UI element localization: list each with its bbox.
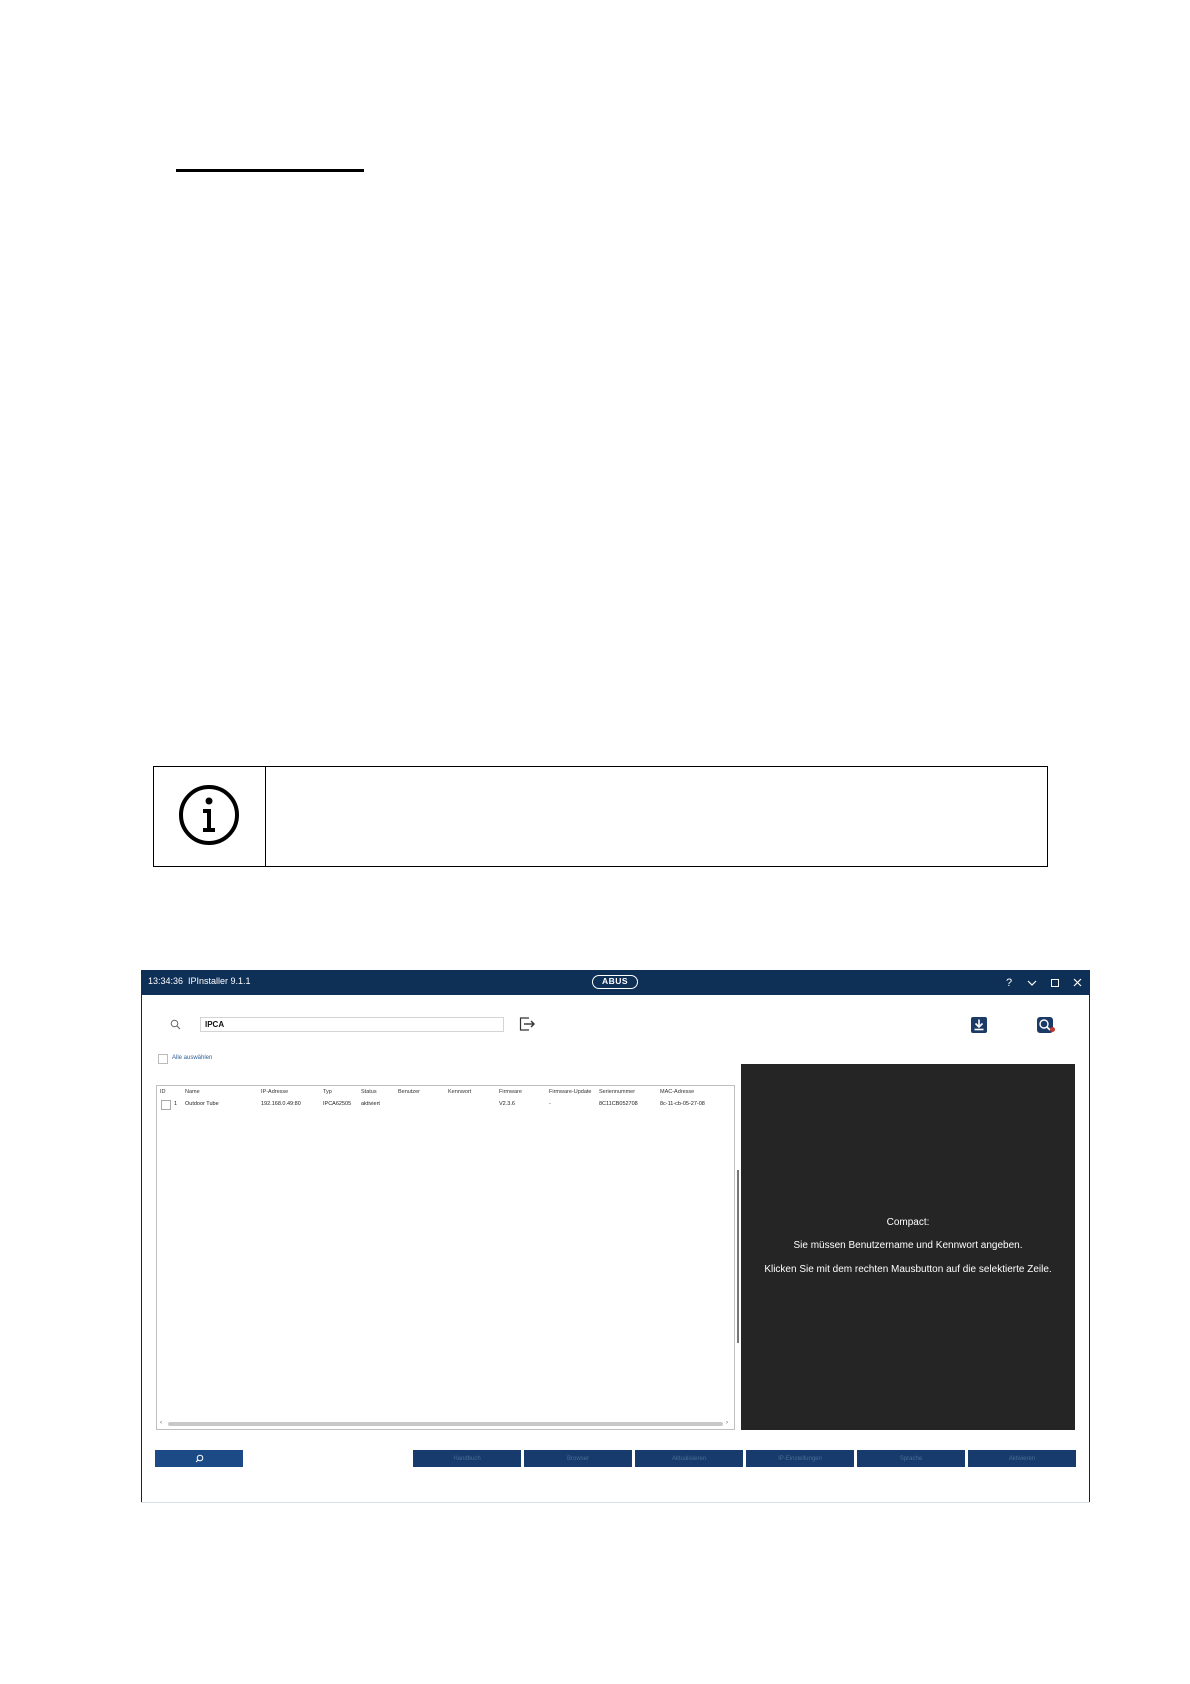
info-note-text-cell (266, 767, 1047, 866)
column-header-status[interactable]: Status (361, 1089, 377, 1095)
title-bar: 13:34:36 IPInstaller 9.1.1 ABUS ? (141, 970, 1090, 995)
ip-settings-button[interactable]: IP-Einstellungen (746, 1450, 854, 1467)
scroll-left-icon[interactable]: ‹ (160, 1420, 162, 1426)
window-border-left (141, 995, 142, 1503)
info-circle-icon (179, 785, 239, 845)
window-border-bottom (141, 1502, 1090, 1503)
app-title: IPInstaller 9.1.1 (188, 976, 251, 986)
row-id: 1 (174, 1101, 178, 1107)
row-checkbox[interactable] (161, 1100, 171, 1110)
select-all-label: Alle auswählen (172, 1055, 213, 1061)
row-mac: 8c-11-cb-05-27-08 (660, 1101, 705, 1107)
row-status: aktiviert (361, 1101, 380, 1107)
refresh-button[interactable]: Aktualisieren (635, 1450, 743, 1467)
scrollbar-thumb[interactable] (168, 1422, 723, 1426)
column-header-ip[interactable]: IP-Adresse (261, 1089, 288, 1095)
close-button[interactable] (1067, 973, 1087, 992)
export-icon[interactable] (519, 1017, 536, 1031)
column-header-password[interactable]: Kennwort (448, 1089, 471, 1095)
scan-search-button[interactable] (155, 1450, 243, 1467)
info-panel-line-2: Klicken Sie mit dem rechten Mausbutton a… (764, 1264, 1052, 1275)
manual-button[interactable]: Handbuch (413, 1450, 521, 1467)
search-icon (170, 1019, 181, 1030)
close-icon (1073, 978, 1081, 987)
help-icon: ? (1005, 976, 1013, 989)
info-panel-title: Compact: (886, 1217, 930, 1228)
column-header-type[interactable]: Typ (323, 1089, 332, 1095)
column-header-firmware-update[interactable]: Firmware-Update (549, 1089, 591, 1095)
row-serial: 8C11CB052708 (599, 1101, 638, 1107)
info-panel-line-1: Sie müssen Benutzername und Kennwort ang… (793, 1240, 1023, 1251)
ipinstaller-icon[interactable] (1036, 1016, 1056, 1034)
clock-time: 13:34:36 (148, 976, 184, 986)
chevron-down-icon (1027, 980, 1037, 986)
square-icon (1051, 978, 1059, 987)
activate-button[interactable]: Aktivieren (968, 1450, 1076, 1467)
column-header-serial[interactable]: Seriennummer (599, 1089, 635, 1095)
info-panel: Compact: Sie müssen Benutzername und Ken… (741, 1064, 1075, 1430)
search-input[interactable] (200, 1017, 504, 1032)
column-header-mac[interactable]: MAC-Adresse (660, 1089, 694, 1095)
row-type: IPCA62505 (323, 1101, 352, 1107)
minimize-button[interactable] (1022, 973, 1042, 992)
abus-logo: ABUS (592, 975, 638, 989)
language-button[interactable]: Sprache (857, 1450, 965, 1467)
select-all-checkbox[interactable] (158, 1054, 168, 1064)
column-header-user[interactable]: Benutzer (398, 1089, 420, 1095)
browser-button[interactable]: Browser (524, 1450, 632, 1467)
download-icon[interactable] (970, 1016, 988, 1034)
row-firmware: V2.3.6 (499, 1101, 515, 1107)
maximize-button[interactable] (1045, 973, 1065, 992)
ipinstaller-window: 13:34:36 IPInstaller 9.1.1 ABUS ? IPCA A… (141, 970, 1090, 1503)
row-firmware-update: - (549, 1101, 551, 1107)
column-header-name[interactable]: Name (185, 1089, 200, 1095)
device-table: ID Name IP-Adresse Typ Status Benutzer K… (156, 1085, 735, 1430)
column-header-firmware[interactable]: Firmware (499, 1089, 522, 1095)
heading-underline (176, 169, 364, 172)
column-header-id[interactable]: ID (160, 1089, 166, 1095)
help-button[interactable]: ? (999, 973, 1019, 992)
search-icon (195, 1454, 203, 1463)
window-border-right (1089, 995, 1090, 1503)
vertical-scrollbar[interactable] (737, 1170, 739, 1343)
row-name: Outdoor Tube (185, 1101, 219, 1107)
info-icon-cell (154, 767, 266, 866)
row-ip: 192.168.0.49:80 (261, 1101, 301, 1107)
info-note-box (153, 766, 1048, 867)
horizontal-scrollbar[interactable]: ‹ › (160, 1420, 731, 1427)
scroll-right-icon[interactable]: › (726, 1420, 728, 1426)
